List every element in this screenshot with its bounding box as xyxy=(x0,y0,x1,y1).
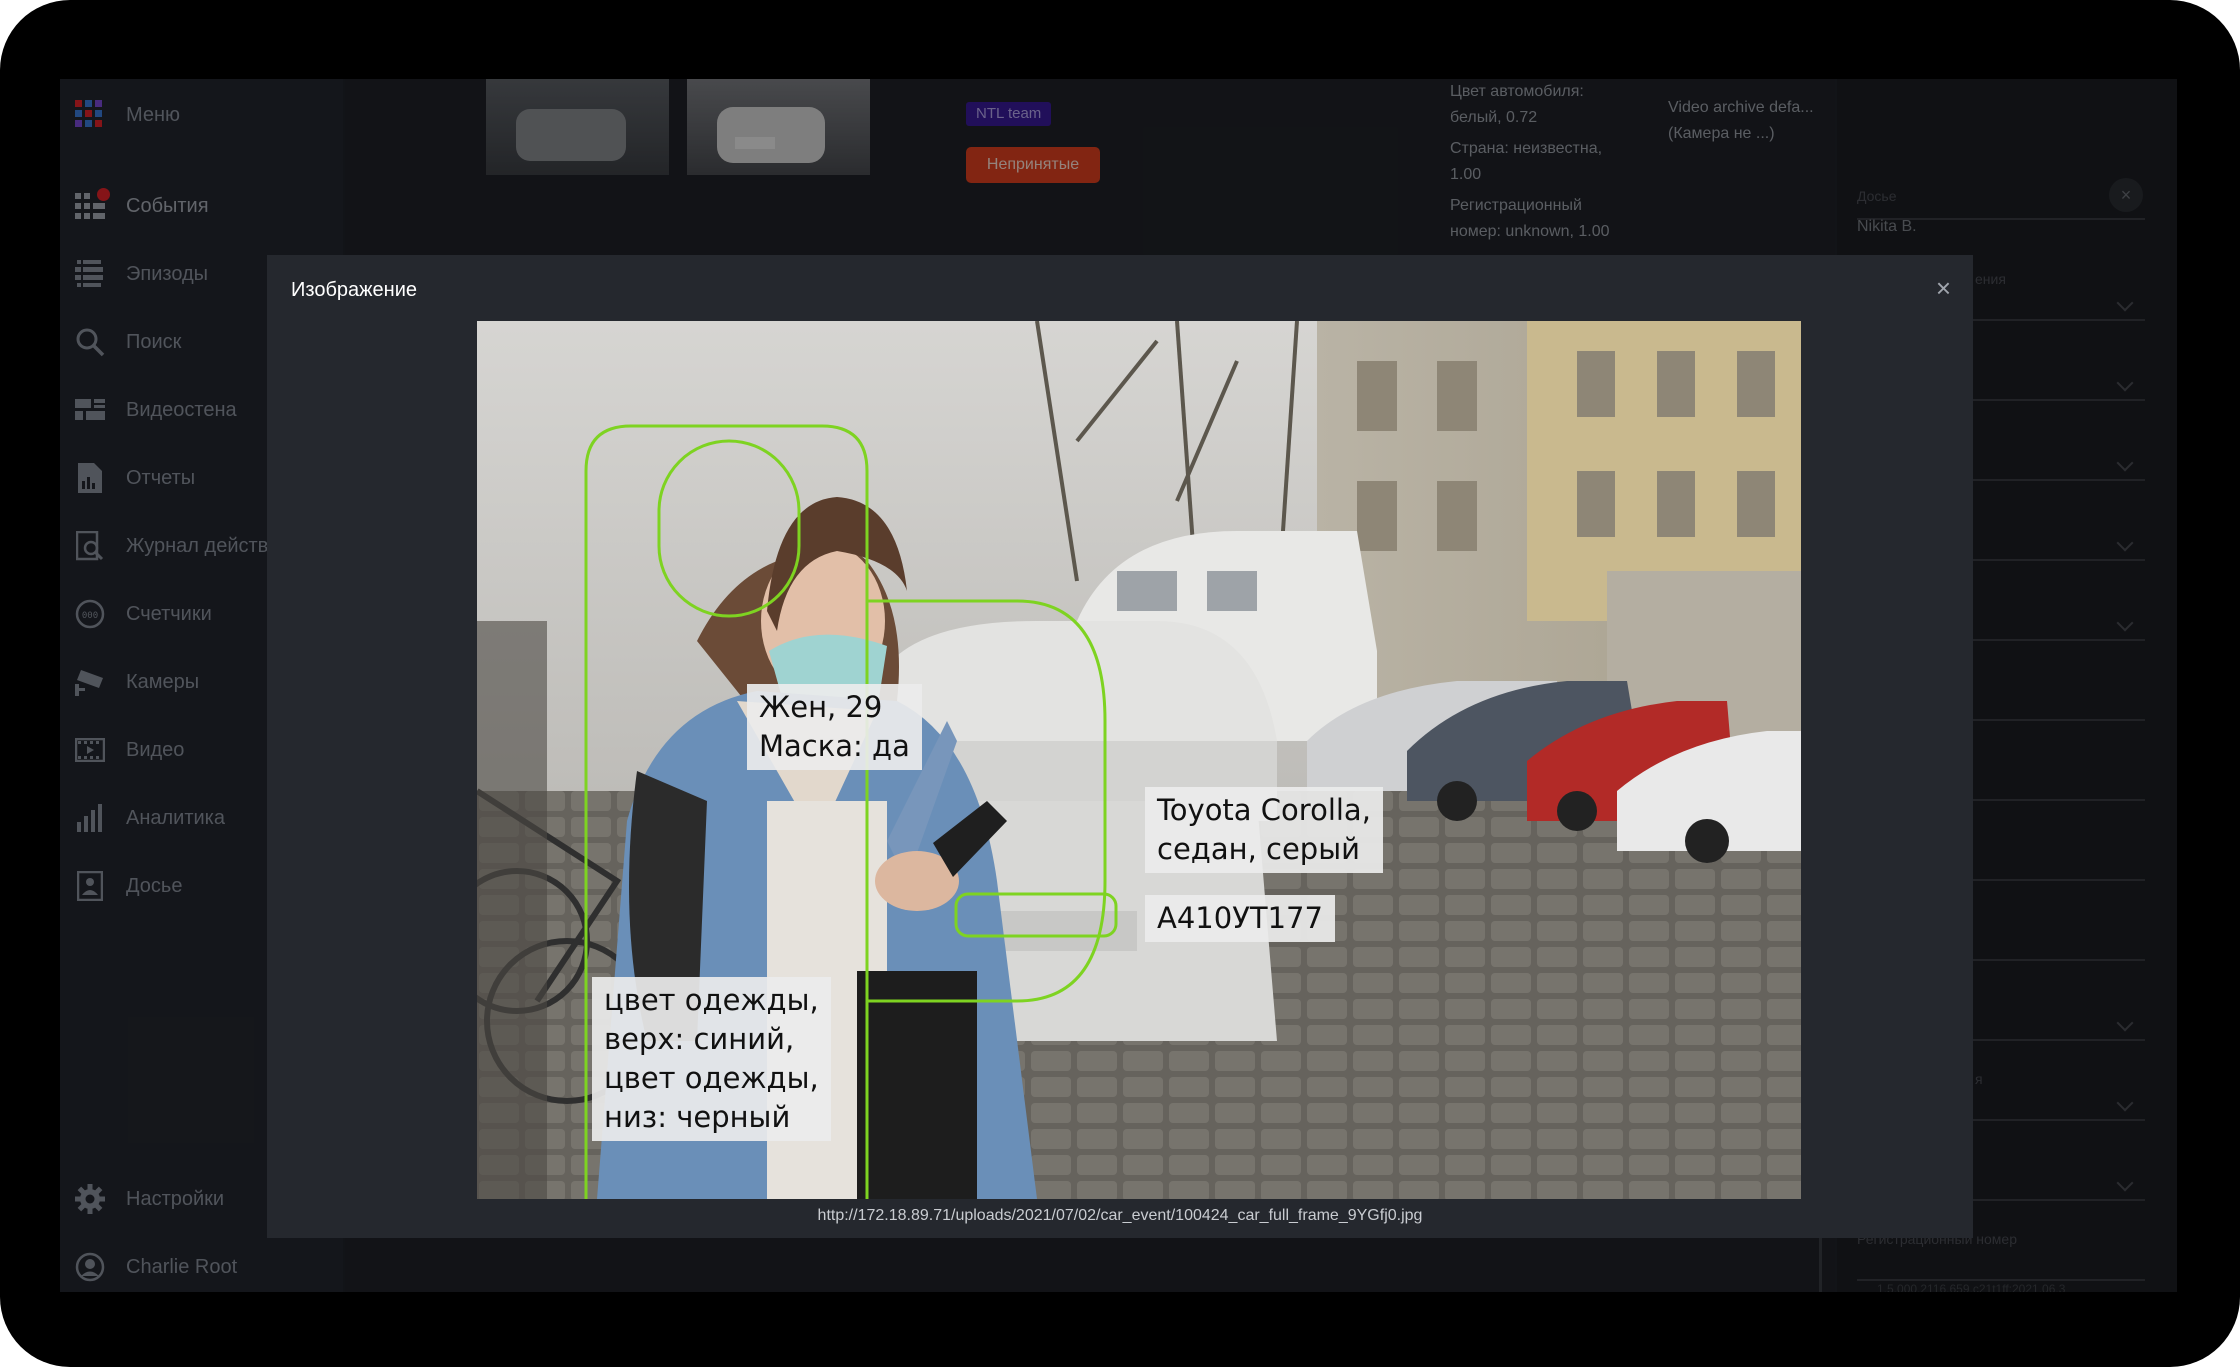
attribute-line: номер: unknown, 1.00 xyxy=(1450,222,1610,240)
video-icon xyxy=(74,734,106,766)
reports-icon xyxy=(74,462,106,494)
image-url[interactable]: http://172.18.89.71/uploads/2021/07/02/c… xyxy=(267,1207,1973,1225)
archive-line: Video archive defa... xyxy=(1668,99,1814,116)
status-button[interactable]: Непринятые xyxy=(966,147,1100,183)
attribute-line: Цвет автомобиля: xyxy=(1450,83,1584,100)
car-attributes-label: Toyota Corolla, седан, серый xyxy=(1145,787,1383,873)
attribute-line: 1.00 xyxy=(1450,165,1482,183)
menu-label: Меню xyxy=(126,103,181,126)
event-attributes: Цвет автомобиля: белый, 0.72 Страна: неи… xyxy=(1450,79,1670,244)
device-frame: Меню События Эпизоды Поиск Видеостена От… xyxy=(0,0,2240,1367)
event-thumbnail-2[interactable] xyxy=(687,79,870,175)
sidebar-item-label: Журнал действий xyxy=(126,534,291,557)
dossier-icon xyxy=(74,870,106,902)
image-modal: Изображение × Жен, 29 Маска: да Toyota C… xyxy=(267,255,1973,1238)
dossier-filter-value: Nikita B. xyxy=(1857,218,1917,235)
sidebar-item-label: Отчеты xyxy=(126,466,196,489)
settings-label: Настройки xyxy=(126,1187,225,1210)
partial-filter-label-2: я xyxy=(1975,1071,1983,1087)
event-full-frame-image: Жен, 29 Маска: да Toyota Corolla, седан,… xyxy=(477,321,1801,1199)
sidebar-item-label: Счетчики xyxy=(126,602,212,625)
attribute-line: Страна: неизвестна, xyxy=(1450,140,1603,157)
app-grid-icon xyxy=(74,99,106,131)
search-icon xyxy=(74,326,106,358)
archive-line: (Камера не ...) xyxy=(1668,125,1775,142)
sidebar-item-label: Камеры xyxy=(126,670,200,693)
plate-filter-field[interactable] xyxy=(1857,1279,2145,1281)
close-icon[interactable]: × xyxy=(1936,273,1951,304)
app-screen: Меню События Эпизоды Поиск Видеостена От… xyxy=(60,79,2177,1292)
sidebar-item-label: События xyxy=(126,194,209,217)
counter-icon: 000 xyxy=(74,598,106,630)
modal-title: Изображение xyxy=(291,279,417,301)
attribute-line: Регистрационный xyxy=(1450,197,1582,214)
clear-dossier-button[interactable]: × xyxy=(2109,178,2143,212)
face-attributes-label: Жен, 29 Маска: да xyxy=(747,684,922,770)
clothes-attributes-label: цвет одежды, верх: синий, цвет одежды, н… xyxy=(592,977,831,1141)
user-name: Charlie Root xyxy=(126,1255,238,1278)
dossier-filter-label: Досье xyxy=(1857,188,1897,204)
archive-info[interactable]: Video archive defa... (Камера не ...) xyxy=(1668,95,1838,147)
version-text: 1.5.000.2116.659.c21t1ff:2021.06.3 xyxy=(1877,1282,2066,1292)
sidebar-item-label: Поиск xyxy=(126,330,182,353)
events-grid-icon xyxy=(74,188,110,222)
gear-icon xyxy=(74,1183,106,1215)
camera-icon xyxy=(74,666,106,698)
episodes-icon xyxy=(74,258,106,290)
sidebar-item-label: Досье xyxy=(126,874,183,897)
svg-text:000: 000 xyxy=(82,611,98,621)
plate-number-label: А410УТ177 xyxy=(1145,895,1335,942)
sidebar-item-label: Эпизоды xyxy=(126,262,209,285)
analytics-icon xyxy=(74,802,106,834)
attribute-line: белый, 0.72 xyxy=(1450,108,1538,126)
audit-log-icon xyxy=(74,530,106,562)
notification-dot xyxy=(97,188,110,201)
menu-block: Меню xyxy=(60,79,343,171)
event-thumbnail-1[interactable] xyxy=(486,79,669,175)
avatar-icon xyxy=(74,1251,106,1283)
sidebar-item-label: Видеостена xyxy=(126,398,237,421)
sidebar-item-label: Аналитика xyxy=(126,806,225,829)
team-badge: NTL team xyxy=(966,102,1052,126)
menu-button[interactable]: Меню xyxy=(60,79,360,151)
partial-filter-label-1: ения xyxy=(1975,271,2006,287)
user-profile-button[interactable]: Charlie Root xyxy=(60,1237,360,1292)
sidebar-item-label: Видео xyxy=(126,738,185,761)
sidebar-item-events[interactable]: События xyxy=(60,176,360,236)
videowall-icon xyxy=(74,394,106,426)
